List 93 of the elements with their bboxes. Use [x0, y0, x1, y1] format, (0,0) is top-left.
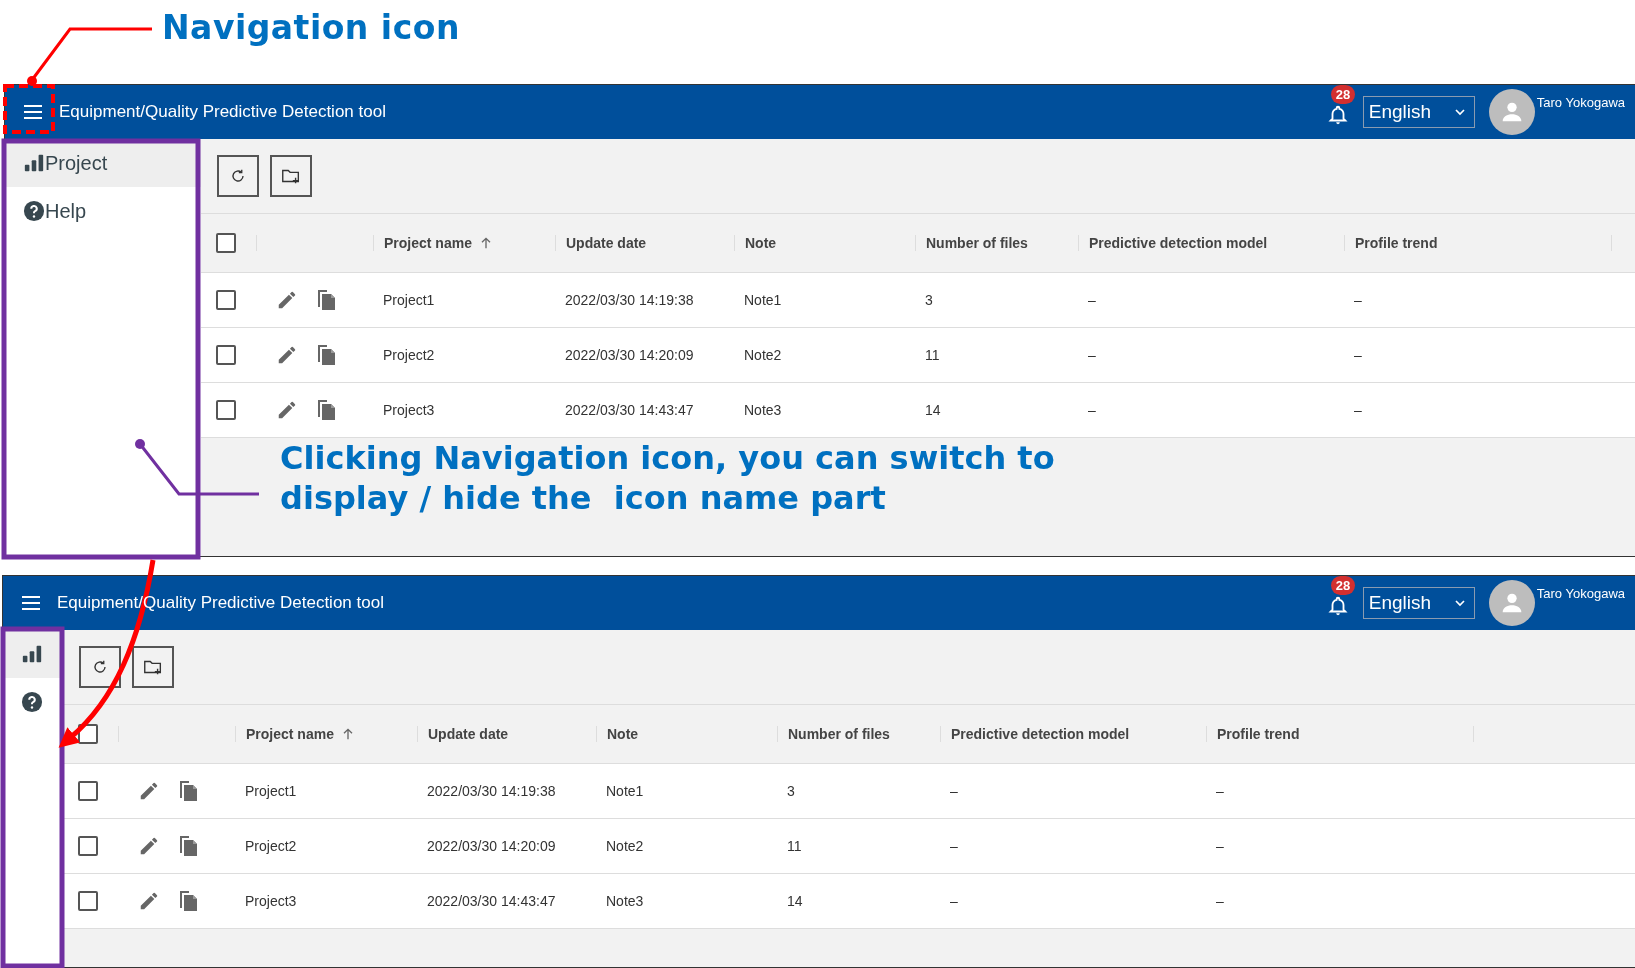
table-cell: Project2 [245, 838, 297, 854]
user-name: Taro Yokogawa [1536, 95, 1625, 110]
table-cell: – [950, 893, 958, 909]
table-cell: 2022/03/30 14:19:38 [565, 292, 694, 308]
help-icon [21, 691, 43, 713]
column-header[interactable]: Note [607, 726, 639, 742]
bell-icon [1326, 104, 1349, 126]
column-header[interactable]: Predictive detection model [1089, 235, 1268, 251]
table-cell: – [950, 838, 958, 854]
checkbox[interactable] [216, 400, 236, 420]
table-cell: Note1 [606, 783, 644, 799]
language-select[interactable]: English [1362, 96, 1475, 128]
edit-button[interactable] [138, 780, 160, 802]
table-cell: Note2 [744, 347, 782, 363]
column-header[interactable]: Number of files [788, 726, 890, 742]
new-folder-button[interactable] [132, 646, 174, 688]
table-cell: Note3 [744, 402, 782, 418]
column-header[interactable]: Number of files [926, 235, 1028, 251]
language-select[interactable]: English [1362, 587, 1475, 619]
bar-chart-icon [21, 643, 43, 665]
checkbox[interactable] [216, 345, 236, 365]
table-cell: – [1216, 838, 1224, 854]
table-cell: – [1088, 347, 1096, 363]
table-cell: – [1216, 893, 1224, 909]
new-folder-button[interactable] [270, 155, 312, 197]
table-cell: 2022/03/30 14:19:38 [427, 783, 556, 799]
nav-item[interactable]: Help [5, 187, 201, 235]
column-header[interactable]: Note [745, 235, 777, 251]
column-header[interactable]: Profile trend [1217, 726, 1300, 742]
edit-button[interactable] [276, 399, 298, 421]
table-cell: Note3 [606, 893, 644, 909]
column-header[interactable]: Predictive detection model [951, 726, 1130, 742]
checkbox[interactable] [216, 233, 236, 253]
annotation-text: display / hide the icon name part [280, 478, 887, 518]
table-cell: 14 [925, 402, 941, 418]
table-cell: 2022/03/30 14:43:47 [565, 402, 694, 418]
edit-button[interactable] [138, 835, 160, 857]
table-cell: 3 [787, 783, 795, 799]
pencil-icon [138, 835, 160, 857]
bar-chart-icon [23, 152, 45, 174]
avatar[interactable] [1488, 89, 1535, 135]
table-cell: – [1354, 347, 1362, 363]
annotation-text: Clicking Navigation icon, you can switch to [280, 438, 1055, 478]
table-cell: 11 [925, 347, 940, 363]
table-cell: Project3 [245, 893, 297, 909]
table-cell: – [1088, 402, 1096, 418]
notification-button[interactable] [1326, 595, 1349, 617]
user-name: Taro Yokogawa [1536, 586, 1625, 601]
pencil-icon [276, 344, 298, 366]
table-cell: 14 [787, 893, 803, 909]
notification-button[interactable] [1326, 104, 1349, 126]
table-cell: – [1088, 292, 1096, 308]
column-header[interactable]: Project name [384, 235, 494, 251]
column-header[interactable]: Project name [246, 726, 356, 742]
table-cell: Project1 [245, 783, 297, 799]
pencil-icon [276, 399, 298, 421]
table-cell: 2022/03/30 14:20:09 [427, 838, 556, 854]
pencil-icon [276, 289, 298, 311]
table-cell: 11 [787, 838, 802, 854]
table-cell: Note1 [744, 292, 782, 308]
table-cell: Project3 [383, 402, 435, 418]
pencil-icon [138, 890, 160, 912]
table-cell: – [1354, 292, 1362, 308]
avatar[interactable] [1488, 580, 1535, 626]
checkbox[interactable] [78, 891, 98, 911]
table-cell: Note2 [606, 838, 644, 854]
table-cell: 3 [925, 292, 933, 308]
help-icon [23, 200, 45, 222]
notification-badge: 28 [1330, 576, 1356, 595]
table-cell: 2022/03/30 14:43:47 [427, 893, 556, 909]
refresh-button[interactable] [79, 646, 121, 688]
checkbox[interactable] [78, 836, 98, 856]
table-cell: 2022/03/30 14:20:09 [565, 347, 694, 363]
refresh-button[interactable] [217, 155, 259, 197]
table-cell: Project1 [383, 292, 435, 308]
table-cell: – [950, 783, 958, 799]
table-cell: Project2 [383, 347, 435, 363]
checkbox[interactable] [216, 290, 236, 310]
checkbox[interactable] [78, 781, 98, 801]
table-cell: – [1354, 402, 1362, 418]
column-header[interactable]: Profile trend [1355, 235, 1438, 251]
table-cell: – [1216, 783, 1224, 799]
highlight-frame [3, 84, 55, 134]
edit-button[interactable] [276, 344, 298, 366]
notification-badge: 28 [1330, 85, 1356, 104]
pencil-icon [138, 780, 160, 802]
column-header[interactable]: Update date [566, 235, 647, 251]
annotation-title: Navigation icon [162, 8, 460, 47]
edit-button[interactable] [276, 289, 298, 311]
app-title: Equipment/Quality Predictive Detection tool [59, 102, 386, 122]
edit-button[interactable] [138, 890, 160, 912]
column-header[interactable]: Update date [428, 726, 509, 742]
bell-icon [1326, 595, 1349, 617]
